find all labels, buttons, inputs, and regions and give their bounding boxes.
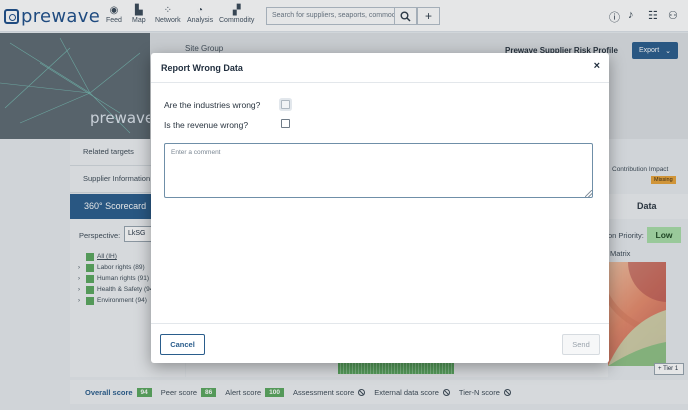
revenue-wrong-checkbox[interactable] bbox=[281, 119, 290, 128]
send-button[interactable]: Send bbox=[562, 334, 600, 355]
comment-field[interactable] bbox=[164, 143, 593, 198]
cancel-button[interactable]: Cancel bbox=[160, 334, 205, 355]
revenue-question: Is the revenue wrong? bbox=[164, 120, 249, 130]
report-wrong-data-dialog: Report Wrong Data × Are the industries w… bbox=[151, 53, 609, 363]
industries-question: Are the industries wrong? bbox=[164, 100, 261, 110]
modal-title: Report Wrong Data bbox=[161, 63, 243, 73]
modal-footer: Cancel Send bbox=[151, 323, 609, 363]
close-icon[interactable]: × bbox=[594, 60, 600, 72]
resize-handle-icon[interactable] bbox=[585, 190, 592, 197]
modal-header: Report Wrong Data × bbox=[151, 53, 609, 83]
industries-wrong-checkbox[interactable] bbox=[281, 100, 290, 109]
